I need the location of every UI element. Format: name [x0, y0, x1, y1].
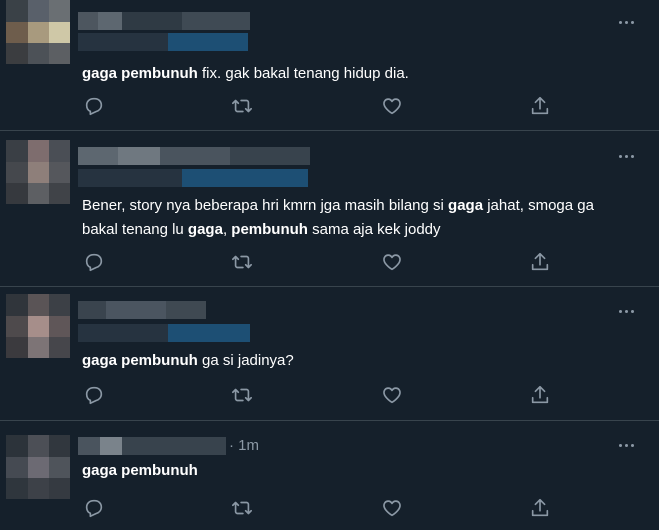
tweet[interactable]: gaga pembunuh ga si jadinya?	[0, 287, 659, 421]
share-icon[interactable]	[529, 95, 551, 117]
reply-icon[interactable]	[83, 251, 105, 273]
retweet-icon[interactable]	[231, 497, 253, 519]
tweet-text: gaga pembunuh fix. gak bakal tenang hidu…	[82, 62, 622, 86]
tweet-text: gaga pembunuh	[82, 459, 622, 483]
tweet-text-plain: jahat, smoga ga	[483, 197, 594, 214]
author-handle-redacted[interactable]	[78, 33, 248, 51]
tweet-actions	[0, 384, 659, 408]
tweet-text-plain: Bener, story nya beberapa hri kmrn jga m…	[82, 197, 449, 214]
tweet-text-plain: fix. gak bakal tenang hidup dia.	[197, 65, 409, 82]
reply-icon[interactable]	[83, 384, 105, 406]
more-icon[interactable]	[617, 154, 637, 160]
tweet-text-bold: gaga pembunuh	[82, 65, 198, 82]
tweet-text-plain: ga si jadinya?	[197, 352, 294, 369]
more-icon[interactable]	[617, 20, 637, 26]
tweet[interactable]: · 1m gaga pembunuh	[0, 421, 659, 530]
tweet-text-plain: bakal tenang lu	[82, 221, 188, 238]
tweet-text-bold: gaga	[448, 197, 484, 214]
like-icon[interactable]	[381, 251, 403, 273]
avatar[interactable]	[6, 294, 70, 358]
tweet-text-line: Bener, story nya beberapa hri kmrn jga m…	[82, 194, 622, 218]
avatar[interactable]	[6, 435, 70, 499]
share-icon[interactable]	[529, 497, 551, 519]
tweet-timestamp[interactable]: · 1m	[229, 437, 259, 454]
share-icon[interactable]	[529, 384, 551, 406]
author-name-redacted[interactable]	[78, 147, 310, 165]
tweet[interactable]: Bener, story nya beberapa hri kmrn jga m…	[0, 131, 659, 287]
avatar[interactable]	[6, 0, 70, 64]
tweet-text: Bener, story nya beberapa hri kmrn jga m…	[82, 194, 622, 242]
reply-icon[interactable]	[83, 95, 105, 117]
tweet-actions	[0, 497, 659, 521]
author-name-redacted[interactable]	[78, 437, 226, 455]
tweet-text-bold: gaga pembunuh	[82, 352, 198, 369]
avatar[interactable]	[6, 140, 70, 204]
tweet-feed: gaga pembunuh fix. gak bakal tenang hidu…	[0, 0, 659, 530]
tweet-text-bold: pembunuh	[231, 221, 308, 238]
author-handle-redacted[interactable]	[78, 324, 250, 342]
tweet-actions	[0, 251, 659, 275]
author-handle-redacted[interactable]	[78, 169, 308, 187]
retweet-icon[interactable]	[231, 384, 253, 406]
tweet-actions	[0, 95, 659, 119]
tweet-text-plain: sama aja kek joddy	[307, 221, 441, 238]
tweet[interactable]: gaga pembunuh fix. gak bakal tenang hidu…	[0, 0, 659, 131]
like-icon[interactable]	[381, 384, 403, 406]
reply-icon[interactable]	[83, 497, 105, 519]
tweet-text: gaga pembunuh ga si jadinya?	[82, 349, 622, 373]
share-icon[interactable]	[529, 251, 551, 273]
more-icon[interactable]	[617, 309, 637, 315]
like-icon[interactable]	[381, 497, 403, 519]
retweet-icon[interactable]	[231, 251, 253, 273]
tweet-text-line: bakal tenang lu gaga, pembunuh sama aja …	[82, 218, 622, 242]
author-name-redacted[interactable]	[78, 301, 206, 319]
tweet-text-bold: gaga pembunuh	[82, 462, 198, 479]
retweet-icon[interactable]	[231, 95, 253, 117]
author-name-redacted[interactable]	[78, 12, 250, 30]
more-icon[interactable]	[617, 443, 637, 449]
like-icon[interactable]	[381, 95, 403, 117]
tweet-text-bold: gaga	[187, 221, 223, 238]
